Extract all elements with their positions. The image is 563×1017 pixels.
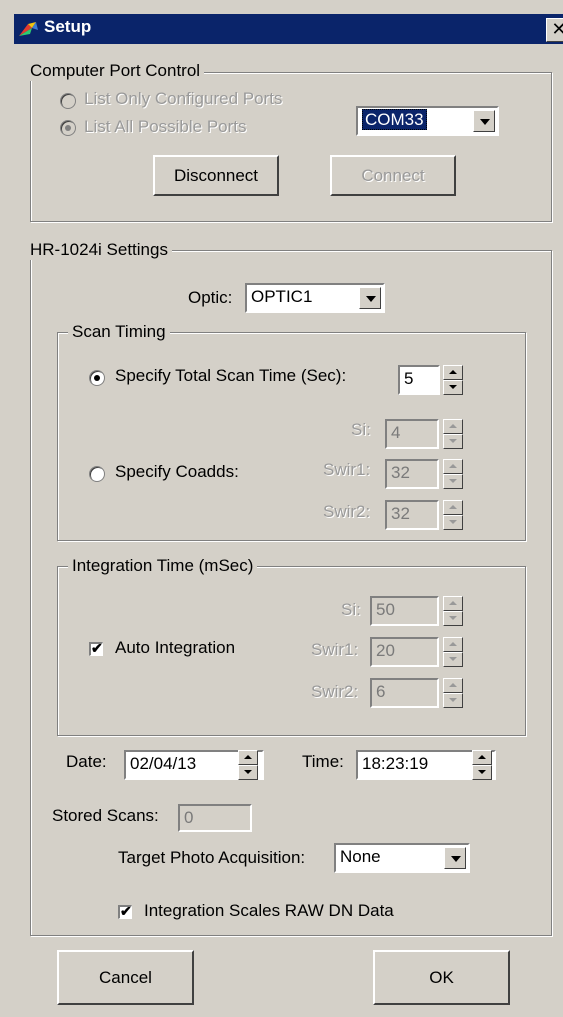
integration-si-spinner[interactable] xyxy=(443,596,463,626)
com-port-value: COM33 xyxy=(362,109,427,130)
radio-configured-ports-label: List Only Configured Ports xyxy=(84,89,283,108)
total-scan-time-label: Specify Total Scan Time (Sec): xyxy=(115,366,347,385)
optic-label: Optic: xyxy=(188,288,233,307)
window-title: Setup xyxy=(44,17,92,36)
radio-configured-ports[interactable] xyxy=(60,93,76,109)
scan-swir1-label: Swir1: xyxy=(323,460,371,479)
scan-swir1-spinner[interactable] xyxy=(443,459,463,489)
integration-si-label: Si: xyxy=(341,600,361,619)
ok-button[interactable]: OK xyxy=(373,950,510,1005)
scan-swir2-spinner[interactable] xyxy=(443,500,463,530)
title-bar[interactable]: Setup ✕ xyxy=(14,14,563,44)
integration-swir2-label: Swir2: xyxy=(311,682,359,701)
chevron-down-icon[interactable] xyxy=(359,287,381,309)
integration-time-legend: Integration Time (mSec) xyxy=(68,556,258,576)
time-label: Time: xyxy=(302,752,344,771)
date-label: Date: xyxy=(66,752,107,771)
radio-total-scan-time[interactable] xyxy=(89,370,105,386)
date-value: 02/04/13 xyxy=(130,754,197,773)
disconnect-button[interactable]: Disconnect xyxy=(153,155,279,196)
optic-value: OPTIC1 xyxy=(251,287,313,306)
check-icon: ✔ xyxy=(120,903,132,919)
integration-swir1-spinner[interactable] xyxy=(443,637,463,667)
optic-dropdown[interactable]: OPTIC1 xyxy=(245,283,385,313)
radio-all-ports-label: List All Possible Ports xyxy=(84,117,247,136)
scan-swir1-input[interactable]: 32 xyxy=(385,459,439,489)
total-scan-time-input[interactable]: 5 xyxy=(398,365,440,395)
scan-swir2-label: Swir2: xyxy=(323,502,371,521)
target-photo-dropdown[interactable]: None xyxy=(334,843,470,873)
target-photo-label: Target Photo Acquisition: xyxy=(118,848,306,867)
time-value: 18:23:19 xyxy=(362,754,429,773)
integration-swir1-input[interactable]: 20 xyxy=(370,637,439,667)
setup-dialog: Setup ✕ Computer Port Control List Only … xyxy=(0,0,563,1017)
target-photo-value: None xyxy=(340,847,381,866)
stored-scans-label: Stored Scans: xyxy=(52,806,159,825)
date-spinner[interactable] xyxy=(238,750,258,780)
radio-specify-coadds[interactable] xyxy=(89,466,105,482)
settings-legend: HR-1024i Settings xyxy=(26,240,172,260)
integration-scales-checkbox[interactable]: ✔ xyxy=(118,903,132,919)
chevron-down-icon[interactable] xyxy=(473,110,495,132)
total-scan-time-spinner[interactable] xyxy=(443,365,463,395)
stored-scans-field: 0 xyxy=(178,804,252,832)
scan-si-input[interactable]: 4 xyxy=(385,419,439,449)
port-control-legend: Computer Port Control xyxy=(26,61,205,81)
connect-button[interactable]: Connect xyxy=(330,155,456,196)
radio-all-ports[interactable] xyxy=(60,120,76,136)
specify-coadds-label: Specify Coadds: xyxy=(115,462,239,481)
com-port-dropdown[interactable]: COM33 xyxy=(356,106,499,136)
integration-si-input[interactable]: 50 xyxy=(370,596,439,626)
auto-integration-label: Auto Integration xyxy=(115,638,236,657)
chevron-down-icon[interactable] xyxy=(444,847,466,869)
integration-swir1-label: Swir1: xyxy=(311,640,359,659)
scan-si-spinner[interactable] xyxy=(443,419,463,449)
integration-swir2-spinner[interactable] xyxy=(443,678,463,708)
integration-swir2-input[interactable]: 6 xyxy=(370,678,439,708)
auto-integration-checkbox[interactable]: ✔ xyxy=(89,640,103,656)
scan-timing-legend: Scan Timing xyxy=(68,322,170,342)
time-spinner[interactable] xyxy=(472,750,492,780)
integration-scales-label: Integration Scales RAW DN Data xyxy=(144,901,394,920)
check-icon: ✔ xyxy=(91,640,103,656)
cancel-button[interactable]: Cancel xyxy=(57,950,194,1005)
scan-si-label: Si: xyxy=(351,420,371,439)
app-logo-icon xyxy=(19,22,38,36)
scan-swir2-input[interactable]: 32 xyxy=(385,500,439,530)
close-button[interactable]: ✕ xyxy=(546,18,563,42)
